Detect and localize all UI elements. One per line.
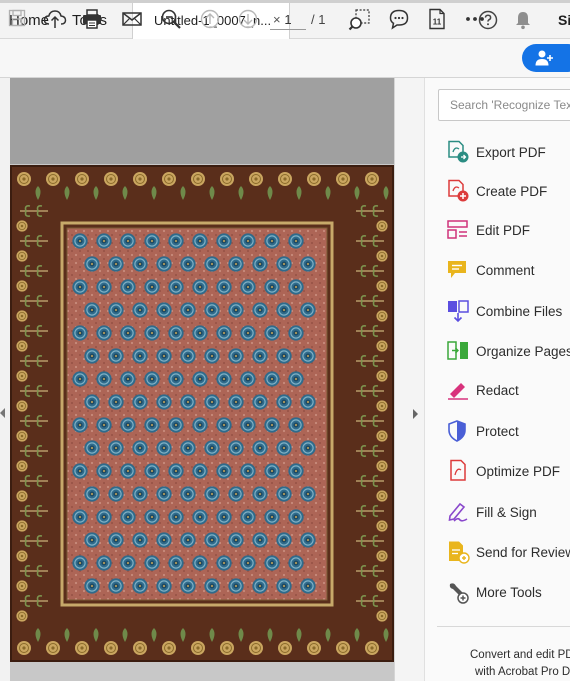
more-options-icon[interactable] [465, 10, 485, 28]
svg-text:11: 11 [433, 18, 442, 27]
tool-label: Redact [476, 383, 519, 398]
page-display-icon[interactable]: 11 [427, 8, 447, 30]
send-review-icon [446, 540, 470, 564]
previous-page-icon[interactable] [199, 8, 221, 30]
tool-edit-pdf[interactable]: Edit PDF [446, 218, 570, 244]
more-tools-icon [446, 580, 470, 604]
tool-label: Export PDF [476, 145, 546, 160]
save-icon[interactable] [7, 8, 27, 28]
tool-optimize-pdf[interactable]: Optimize PDF [446, 459, 570, 485]
redact-icon [446, 378, 470, 402]
next-page-icon[interactable] [237, 8, 259, 30]
promo-line-1: Convert and edit PDF [470, 649, 570, 661]
optimize-pdf-icon [446, 459, 470, 483]
sign-in-link[interactable]: Si [558, 12, 570, 28]
document-page-image [10, 165, 394, 662]
tool-label: Fill & Sign [476, 505, 537, 520]
document-canvas-background [10, 78, 394, 164]
tool-label: Send for Review [476, 545, 570, 560]
share-button[interactable] [522, 44, 570, 72]
email-icon[interactable] [121, 8, 143, 30]
tool-label: Protect [476, 424, 519, 439]
protect-icon [446, 419, 470, 443]
export-pdf-icon [446, 140, 470, 164]
fill-sign-icon [446, 500, 470, 524]
collapse-right-panel-icon[interactable] [413, 409, 418, 419]
toolbar [0, 39, 570, 78]
tool-label: Combine Files [476, 304, 563, 319]
upload-cloud-icon[interactable] [43, 8, 67, 30]
notification-bell-icon[interactable] [514, 10, 532, 30]
tools-search-input[interactable]: Search 'Recognize Text' [438, 89, 570, 121]
tool-fill-sign[interactable]: Fill & Sign [446, 500, 570, 526]
tool-label: Create PDF [476, 184, 548, 199]
page-number-input[interactable] [270, 9, 306, 30]
tool-send-for-review[interactable]: Send for Review [446, 540, 570, 566]
tool-label: More Tools [476, 585, 542, 600]
create-pdf-icon [446, 179, 470, 203]
combine-files-icon [446, 299, 470, 323]
tool-more-tools[interactable]: More Tools [446, 580, 570, 606]
promo-line-2: with Acrobat Pro DC [475, 666, 570, 678]
zoom-out-icon[interactable] [160, 8, 182, 30]
tool-export-pdf[interactable]: Export PDF [446, 140, 570, 166]
add-user-icon [534, 49, 554, 67]
panel-divider [394, 78, 425, 681]
tool-comment[interactable]: Comment [446, 258, 570, 284]
page-total: / 1 [311, 12, 326, 27]
tool-label: Edit PDF [476, 223, 531, 238]
panel-separator [437, 626, 570, 627]
tool-create-pdf[interactable]: Create PDF [446, 179, 570, 205]
tool-label: Comment [476, 263, 535, 278]
tool-combine-files[interactable]: Combine Files [446, 299, 570, 325]
tool-organize-pages[interactable]: Organize Pages [446, 339, 570, 365]
left-rail [0, 78, 10, 681]
tool-redact[interactable]: Redact [446, 378, 570, 404]
add-comment-icon[interactable] [388, 8, 410, 30]
comment-icon [446, 258, 470, 282]
print-icon[interactable] [81, 8, 103, 30]
marquee-zoom-icon[interactable] [348, 8, 372, 32]
edit-pdf-icon [446, 218, 470, 242]
tool-protect[interactable]: Protect [446, 419, 570, 445]
tool-label: Organize Pages [476, 344, 570, 359]
organize-pages-icon [446, 339, 470, 363]
tool-label: Optimize PDF [476, 464, 561, 479]
expand-left-panel-icon[interactable] [0, 408, 5, 418]
